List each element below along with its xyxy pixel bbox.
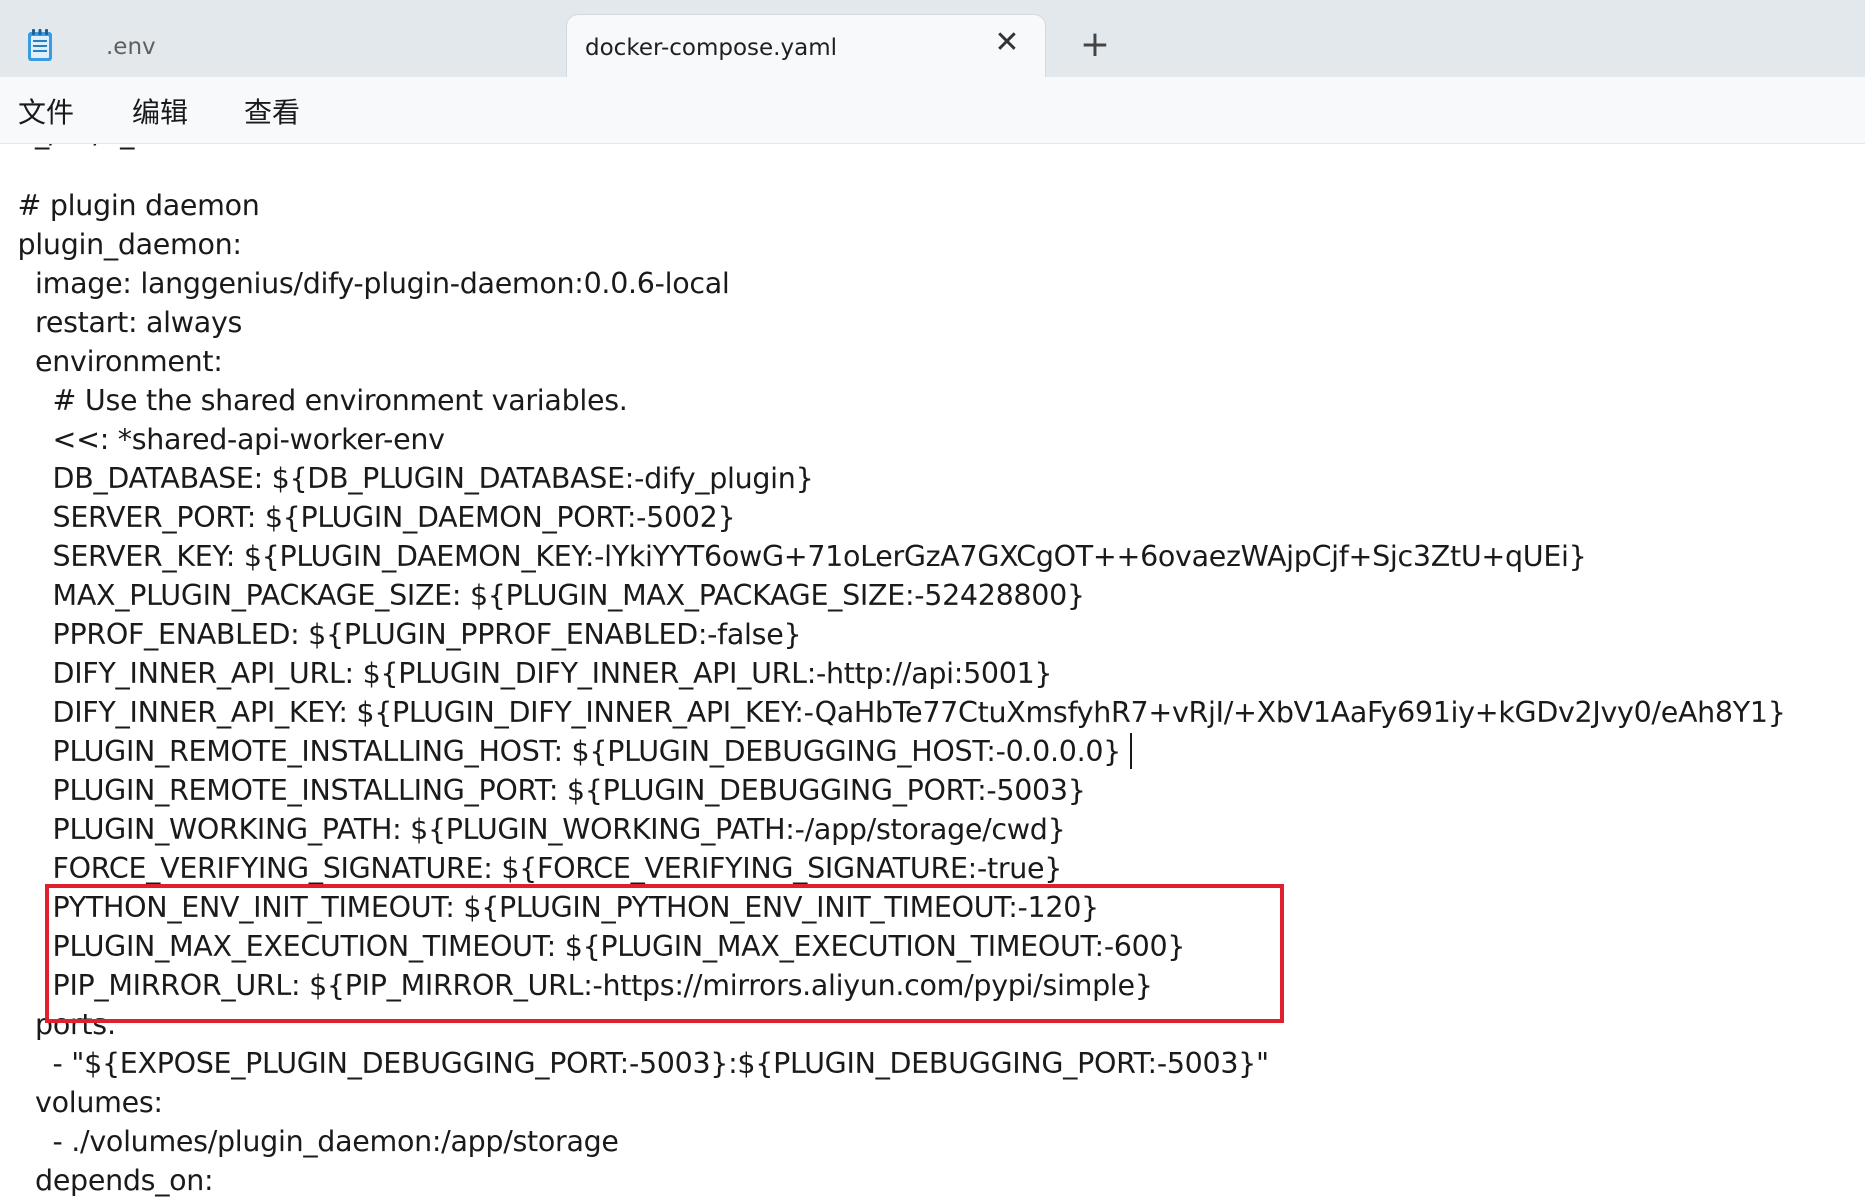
menu-edit[interactable]: 编辑 bbox=[132, 91, 188, 131]
editor-line: SERVER_KEY: ${PLUGIN_DAEMON_KEY:-lYkiYYT… bbox=[0, 540, 1587, 573]
tab-docker-compose-label: docker-compose.yaml bbox=[585, 35, 837, 61]
editor-line: image: langgenius/dify-plugin-daemon:0.0… bbox=[0, 267, 730, 300]
editor-line: DIFY_INNER_API_URL: ${PLUGIN_DIFY_INNER_… bbox=[0, 657, 1053, 690]
editor-line: plugin_daemon: bbox=[0, 228, 242, 261]
menu-view[interactable]: 查看 bbox=[244, 91, 300, 131]
editor-line: DB_DATABASE: ${DB_PLUGIN_DATABASE:-dify_… bbox=[0, 462, 814, 495]
editor-line: PLUGIN_REMOTE_INSTALLING_HOST: ${PLUGIN_… bbox=[0, 735, 1122, 768]
editor-line: PLUGIN_MAX_EXECUTION_TIMEOUT: ${PLUGIN_M… bbox=[0, 930, 1186, 963]
editor-line: volumes: bbox=[0, 1086, 163, 1119]
menu-bar: 文件 编辑 查看 bbox=[0, 77, 1865, 144]
new-tab-plus-icon[interactable]: + bbox=[1078, 27, 1112, 63]
editor-line: PLUGIN_REMOTE_INSTALLING_PORT: ${PLUGIN_… bbox=[0, 774, 1086, 807]
editor-line: <<: *shared-api-worker-env bbox=[0, 423, 445, 456]
notepad-window: .env docker-compose.yaml ✕ + 文件 编辑 查看 _/… bbox=[0, 0, 1865, 1197]
editor-line: # plugin daemon bbox=[0, 189, 260, 222]
editor-line: - ./volumes/plugin_daemon:/app/storage bbox=[0, 1125, 619, 1158]
editor-line: DIFY_INNER_API_KEY: ${PLUGIN_DIFY_INNER_… bbox=[0, 696, 1786, 729]
editor-line: _/ / _ bbox=[0, 144, 134, 153]
editor-line: PLUGIN_WORKING_PATH: ${PLUGIN_WORKING_PA… bbox=[0, 813, 1066, 846]
tab-strip: .env docker-compose.yaml ✕ + bbox=[0, 0, 1865, 77]
editor-line: SERVER_PORT: ${PLUGIN_DAEMON_PORT:-5002} bbox=[0, 501, 736, 534]
tab-docker-compose[interactable]: docker-compose.yaml ✕ bbox=[566, 14, 1046, 77]
editor-line: restart: always bbox=[0, 306, 243, 339]
text-editor[interactable]: _/ / _ # plugin daemon plugin_daemon: im… bbox=[0, 144, 1865, 1197]
editor-line: FORCE_VERIFYING_SIGNATURE: ${FORCE_VERIF… bbox=[0, 852, 1063, 885]
menu-file[interactable]: 文件 bbox=[18, 91, 74, 131]
editor-line: - "${EXPOSE_PLUGIN_DEBUGGING_PORT:-5003}… bbox=[0, 1047, 1270, 1080]
tab-env-label: .env bbox=[106, 34, 156, 60]
editor-line: MAX_PLUGIN_PACKAGE_SIZE: ${PLUGIN_MAX_PA… bbox=[0, 579, 1086, 612]
editor-line: # Use the shared environment variables. bbox=[0, 384, 628, 417]
editor-line: PYTHON_ENV_INIT_TIMEOUT: ${PLUGIN_PYTHON… bbox=[0, 891, 1100, 924]
close-icon[interactable]: ✕ bbox=[991, 27, 1023, 59]
tab-env[interactable]: .env bbox=[86, 0, 564, 77]
editor-line: depends_on: bbox=[0, 1164, 214, 1197]
text-cursor bbox=[1130, 733, 1132, 769]
editor-line: PIP_MIRROR_URL: ${PIP_MIRROR_URL:-https:… bbox=[0, 969, 1153, 1002]
editor-line: PPROF_ENABLED: ${PLUGIN_PPROF_ENABLED:-f… bbox=[0, 618, 802, 651]
notepad-app-icon bbox=[28, 29, 52, 61]
editor-line: environment: bbox=[0, 345, 223, 378]
editor-line: ports: bbox=[0, 1008, 117, 1041]
